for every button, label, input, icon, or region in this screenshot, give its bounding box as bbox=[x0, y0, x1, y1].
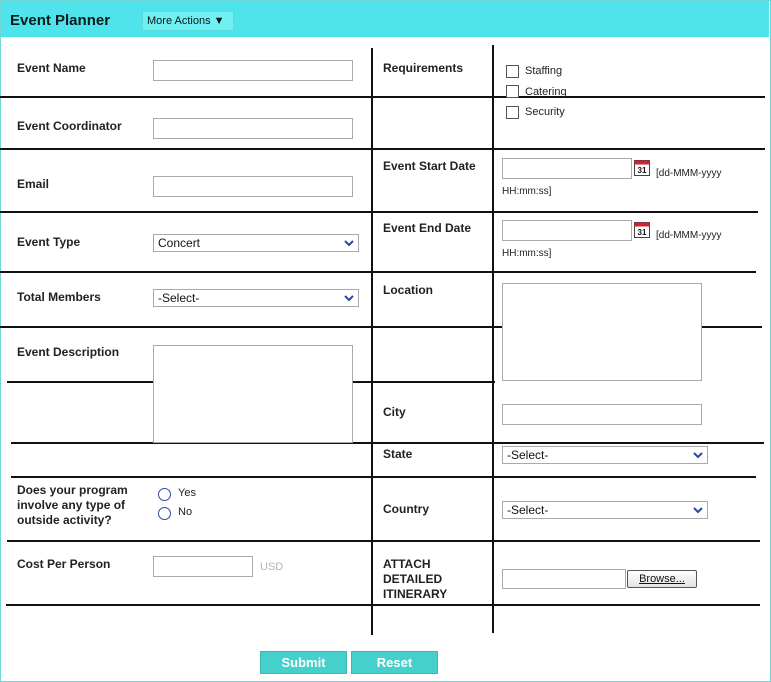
divider bbox=[492, 45, 494, 633]
outside-activity-label: Does your program involve any type of ou… bbox=[17, 483, 128, 528]
divider bbox=[11, 476, 756, 478]
state-selected: -Select- bbox=[507, 448, 549, 462]
event-name-label: Event Name bbox=[17, 61, 86, 75]
event-type-selected: Concert bbox=[158, 236, 201, 250]
event-coordinator-field[interactable] bbox=[153, 118, 353, 139]
event-type-select[interactable]: Concert bbox=[153, 234, 359, 252]
cost-per-person-field[interactable] bbox=[153, 556, 253, 577]
event-type-label: Event Type bbox=[17, 235, 81, 249]
date-format-hint: HH:mm:ss] bbox=[502, 186, 552, 197]
checkbox-staffing[interactable] bbox=[506, 65, 519, 78]
checkbox-catering-label: Catering bbox=[525, 86, 567, 98]
city-field[interactable] bbox=[502, 404, 702, 425]
browse-button[interactable]: Browse... bbox=[627, 570, 697, 588]
event-end-date-field[interactable] bbox=[502, 220, 632, 241]
total-members-selected: -Select- bbox=[158, 291, 200, 305]
attach-label-line: ATTACH bbox=[383, 557, 431, 571]
email-label: Email bbox=[17, 177, 50, 191]
chevron-down-icon bbox=[344, 295, 354, 302]
calendar-day: 31 bbox=[638, 166, 647, 175]
location-label: Location bbox=[383, 283, 433, 297]
event-name-field[interactable] bbox=[153, 60, 353, 81]
requirements-label: Requirements bbox=[383, 61, 464, 75]
checkbox-security[interactable] bbox=[506, 106, 519, 119]
date-format-hint: [dd-MMM-yyyy bbox=[656, 168, 722, 179]
calendar-day: 31 bbox=[638, 228, 647, 237]
outside-activity-label-line: involve any type of bbox=[17, 498, 126, 512]
event-description-label: Event Description bbox=[17, 345, 120, 359]
currency-unit: USD bbox=[260, 561, 284, 573]
city-label: City bbox=[383, 405, 406, 419]
chevron-down-icon bbox=[344, 240, 354, 247]
date-format-hint: HH:mm:ss] bbox=[502, 248, 552, 259]
attach-file-path[interactable] bbox=[502, 569, 626, 589]
reset-button[interactable]: Reset bbox=[351, 651, 438, 674]
email-field[interactable] bbox=[153, 176, 353, 197]
divider bbox=[0, 271, 756, 273]
divider bbox=[6, 604, 760, 606]
divider bbox=[0, 148, 765, 150]
chevron-down-icon bbox=[693, 452, 703, 459]
checkbox-security-label: Security bbox=[525, 106, 565, 118]
divider bbox=[0, 211, 758, 213]
attach-label-line: ITINERARY bbox=[383, 587, 448, 601]
divider bbox=[11, 442, 764, 444]
calendar-icon[interactable]: 31 bbox=[634, 158, 650, 176]
attach-label-line: DETAILED bbox=[383, 572, 443, 586]
total-members-label: Total Members bbox=[17, 290, 101, 304]
divider bbox=[371, 48, 373, 635]
divider bbox=[7, 540, 760, 542]
total-members-select[interactable]: -Select- bbox=[153, 289, 359, 307]
event-start-date-field[interactable] bbox=[502, 158, 632, 179]
more-actions-button[interactable]: More Actions ▼ bbox=[142, 11, 234, 31]
cost-per-person-label: Cost Per Person bbox=[17, 557, 111, 571]
attach-itinerary-label: ATTACH DETAILED ITINERARY bbox=[383, 557, 447, 602]
outside-activity-label-line: Does your program bbox=[17, 483, 128, 497]
checkbox-staffing-label: Staffing bbox=[525, 65, 563, 77]
event-start-date-label: Event Start Date bbox=[383, 159, 476, 173]
chevron-down-icon bbox=[693, 507, 703, 514]
country-label: Country bbox=[383, 502, 429, 516]
state-select[interactable]: -Select- bbox=[502, 446, 708, 464]
header-bar: Event Planner More Actions ▼ bbox=[1, 1, 769, 37]
country-select[interactable]: -Select- bbox=[502, 501, 708, 519]
calendar-icon[interactable]: 31 bbox=[634, 220, 650, 238]
radio-yes-label: Yes bbox=[178, 487, 196, 499]
date-format-hint: [dd-MMM-yyyy bbox=[656, 230, 722, 241]
event-coordinator-label: Event Coordinator bbox=[17, 119, 122, 133]
country-selected: -Select- bbox=[507, 503, 549, 517]
event-end-date-label: Event End Date bbox=[383, 221, 472, 235]
outside-activity-label-line: outside activity? bbox=[17, 513, 112, 527]
submit-button[interactable]: Submit bbox=[260, 651, 347, 674]
event-description-textarea[interactable] bbox=[153, 345, 353, 443]
radio-no-label: No bbox=[178, 506, 193, 518]
checkbox-catering[interactable] bbox=[506, 85, 519, 98]
location-textarea[interactable] bbox=[502, 283, 702, 381]
app-title: Event Planner bbox=[10, 12, 111, 29]
radio-no[interactable] bbox=[158, 507, 171, 520]
state-label: State bbox=[383, 447, 413, 461]
divider bbox=[0, 96, 765, 98]
radio-yes[interactable] bbox=[158, 488, 171, 501]
